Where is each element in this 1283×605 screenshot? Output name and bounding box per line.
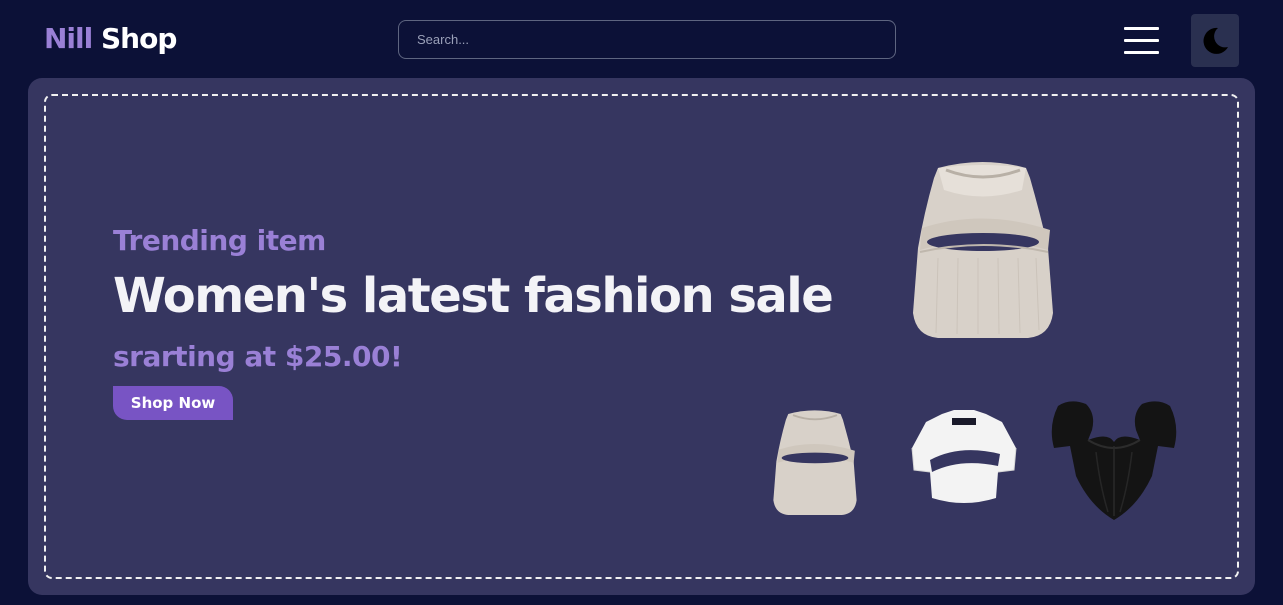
menu-line: [1124, 39, 1159, 42]
shop-now-button[interactable]: Shop Now: [113, 386, 233, 420]
hero-subtitle: Trending item: [113, 224, 326, 257]
hamburger-menu-icon[interactable]: [1124, 27, 1159, 54]
product-image-beige-tank-small[interactable]: [770, 408, 860, 518]
hero-banner: Trending item Women's latest fashion sal…: [28, 78, 1255, 595]
hero-headline: Women's latest fashion sale: [113, 268, 834, 324]
menu-line: [1124, 51, 1159, 54]
product-image-white-crop-top[interactable]: [910, 408, 1018, 513]
logo-second: Shop: [100, 22, 177, 55]
moon-icon: [1203, 27, 1228, 54]
logo[interactable]: Nill Shop: [44, 22, 177, 55]
hero-price: srarting at $25.00!: [113, 340, 403, 373]
product-image-black-corset[interactable]: [1048, 396, 1180, 524]
search-input[interactable]: [398, 20, 896, 59]
product-image-beige-tank-large[interactable]: [908, 158, 1058, 343]
logo-first: Nill: [44, 22, 93, 55]
theme-toggle-button[interactable]: [1191, 14, 1239, 67]
menu-line: [1124, 27, 1159, 30]
